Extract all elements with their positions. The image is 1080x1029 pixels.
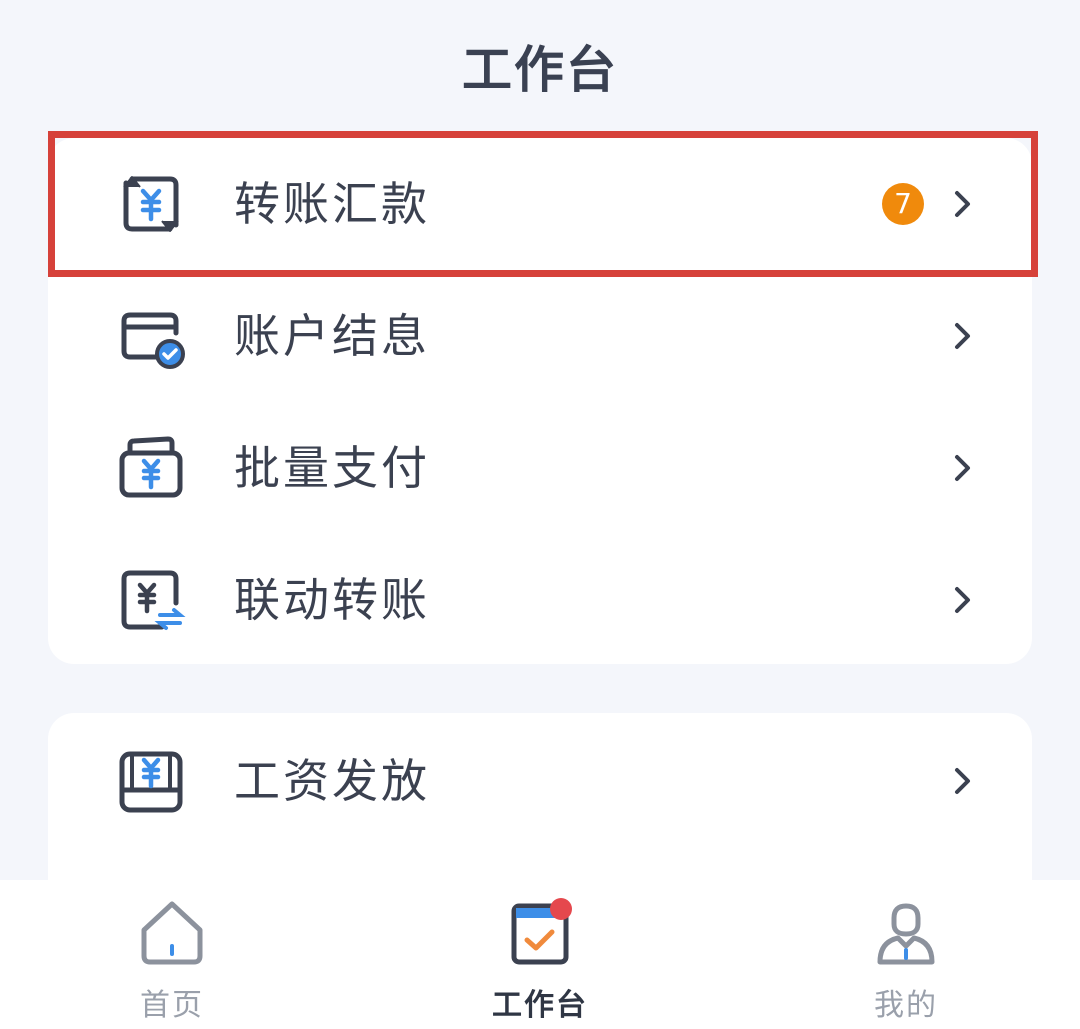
chevron-right-icon (950, 761, 976, 801)
chevron-right-icon (950, 580, 976, 620)
menu-item-label: 账户结息 (234, 309, 430, 363)
menu-item-label: 工资发放 (234, 754, 430, 808)
notification-badge: 7 (882, 183, 924, 225)
linked-transfer-icon (116, 565, 186, 635)
menu-item-account-interest[interactable]: 账户结息 (48, 270, 1032, 402)
menu-item-linked-transfer[interactable]: 联动转账 (48, 534, 1032, 666)
account-interest-icon (116, 301, 186, 371)
tab-home[interactable]: 首页 (72, 880, 272, 1029)
page-title: 工作台 (462, 41, 618, 99)
menu-card-secondary: 工资发放 (48, 713, 1032, 903)
batch-payment-icon (116, 433, 186, 503)
tab-label: 首页 (140, 988, 204, 1023)
menu-item-label: 联动转账 (234, 573, 430, 627)
menu-item-label: 批量支付 (234, 441, 430, 495)
tab-label: 我的 (874, 988, 938, 1023)
menu-item-batch-payment[interactable]: 批量支付 (48, 402, 1032, 534)
menu-item-label: 转账汇款 (234, 177, 430, 231)
menu-item-payroll[interactable]: 工资发放 (48, 715, 1032, 847)
chevron-right-icon (950, 316, 976, 356)
tab-workbench[interactable]: 工作台 (440, 880, 640, 1029)
tab-profile[interactable]: 我的 (806, 880, 1006, 1029)
bottom-tab-bar: 首页 工作台 我的 (0, 880, 1080, 1029)
tab-label: 工作台 (492, 988, 588, 1023)
menu-item-transfer[interactable]: 转账汇款 7 (48, 138, 1032, 270)
chevron-right-icon (950, 184, 976, 224)
home-icon (134, 894, 210, 970)
payroll-icon (116, 746, 186, 816)
notification-dot (550, 898, 572, 920)
menu-card: 转账汇款 7 账户结息 批量支付 联动转账 (48, 138, 1032, 664)
transfer-icon (116, 169, 186, 239)
chevron-right-icon (950, 448, 976, 488)
profile-icon (868, 894, 944, 970)
